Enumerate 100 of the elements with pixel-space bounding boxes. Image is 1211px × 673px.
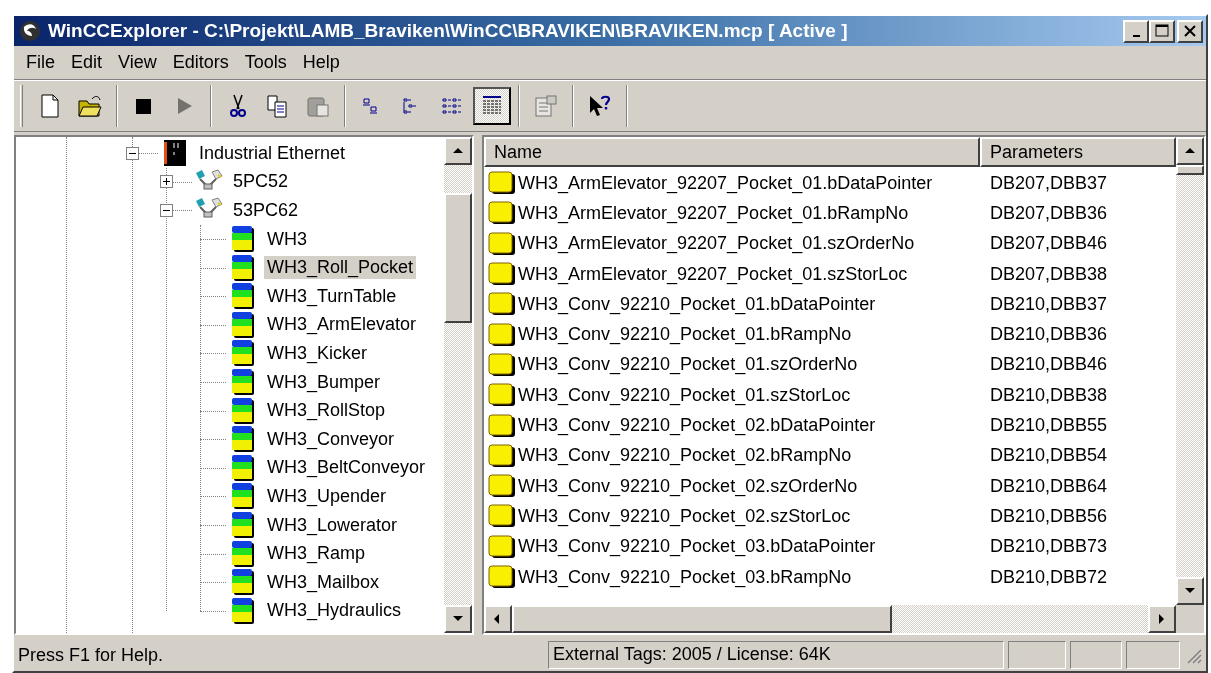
collapse-icon[interactable] — [160, 204, 173, 217]
app-logo-icon — [18, 19, 42, 43]
menu-item[interactable]: Edit — [63, 52, 111, 73]
expand-icon[interactable] — [160, 175, 173, 189]
scroll-right-button[interactable] — [1148, 605, 1176, 633]
folder-icon — [77, 93, 103, 119]
table-cell-text: WH3_ArmElevator_92207_Pocket_01.bRampNo — [518, 202, 910, 224]
table-cell-text: WH3_Conv_92210_Pocket_02.bRampNo — [518, 445, 853, 467]
vertical-scrollbar[interactable] — [1176, 137, 1204, 605]
table-cell-text: WH3_Conv_92210_Pocket_01.bRampNo — [518, 324, 853, 346]
table-cell-text: DB210,DBB46 — [990, 354, 1109, 376]
tree-item[interactable]: WH3_Bumper — [264, 370, 384, 394]
tree-item[interactable]: WH3_RollStop — [264, 399, 389, 423]
tag-icon — [488, 383, 516, 408]
menu-item[interactable]: Tools — [236, 52, 295, 73]
status-panel — [1008, 641, 1066, 669]
table-cell-text: DB210,DBB54 — [990, 445, 1109, 467]
tag-icon — [488, 474, 516, 499]
status-text: Press F1 for Help. — [17, 644, 165, 666]
tree-item[interactable]: 5PC52 — [230, 170, 292, 194]
tree-item[interactable]: WH3_TurnTable — [264, 284, 400, 308]
tag-icon — [488, 171, 516, 196]
table-cell-text: WH3_ArmElevator_92207_Pocket_01.bDataPointer — [518, 172, 934, 194]
tag-icon — [488, 201, 516, 226]
table-cell-text: WH3_Conv_92210_Pocket_02.bDataPointer — [518, 415, 877, 436]
tree-item[interactable]: WH3_Roll_Pocket — [264, 256, 417, 280]
scroll-left-button[interactable] — [484, 605, 512, 633]
tag-icon — [488, 322, 516, 347]
tag-icon — [488, 443, 516, 468]
horizontal-scrollbar[interactable] — [484, 605, 1204, 633]
status-panel — [1126, 641, 1180, 669]
tree-item[interactable]: WH3_ArmElevator — [264, 313, 420, 337]
vertical-scrollbar[interactable] — [444, 137, 472, 633]
properties-icon — [533, 93, 559, 119]
menu-item[interactable]: Help — [294, 52, 348, 73]
scroll-thumb[interactable] — [444, 193, 472, 323]
tag-icon — [488, 565, 516, 589]
scroll-up-button[interactable] — [1176, 137, 1204, 165]
tag-icon — [488, 292, 516, 317]
scroll-thumb[interactable] — [512, 605, 892, 633]
tree-item[interactable]: WH3_BeltConveyor — [264, 456, 429, 480]
table-cell-text: DB207,DBB36 — [990, 202, 1109, 224]
minimize-button[interactable] — [1123, 19, 1149, 43]
tree-item[interactable]: WH3_Kicker — [264, 341, 371, 365]
table-cell-text: WH3_Conv_92210_Pocket_01.szOrderNo — [518, 354, 859, 376]
scroll-down-button[interactable] — [444, 605, 472, 633]
table-cell-text: DB207,DBB38 — [990, 263, 1109, 285]
scroll-down-button[interactable] — [1176, 577, 1204, 605]
table-cell-text: DB210,DBB36 — [990, 324, 1109, 346]
table-cell-text: DB210,DBB38 — [990, 384, 1109, 406]
maximize-button[interactable] — [1149, 19, 1175, 43]
tree-item[interactable]: Industrial Ethernet — [196, 141, 349, 165]
tag-icon — [488, 352, 516, 377]
table-cell-text: WH3_Conv_92210_Pocket_03.bDataPointer — [518, 536, 877, 558]
tree-item[interactable]: WH3_Mailbox — [264, 570, 383, 594]
table-cell-text: DB210,DBB64 — [990, 475, 1109, 497]
scroll-up-button[interactable] — [444, 137, 472, 165]
window-title: WinCCExplorer - C:\Projekt\LAMB_Braviken\WinCC\BRAVIKEN\BRAVIKEN.mcp [ Active ] — [48, 20, 849, 42]
tree-item[interactable]: WH3_Ramp — [264, 542, 369, 566]
tree-item[interactable]: WH3_Hydraulics — [264, 599, 405, 623]
tag-icon — [488, 534, 516, 559]
close-icon — [1184, 25, 1196, 37]
scroll-thumb[interactable] — [1176, 165, 1204, 175]
toolbar-button[interactable] — [473, 87, 511, 125]
table-cell-text: DB210,DBB56 — [990, 505, 1109, 527]
table-cell-text: DB207,DBB37 — [990, 172, 1109, 194]
table-cell-text: DB210,DBB55 — [990, 415, 1109, 436]
tag-icon — [488, 262, 516, 287]
tree-item[interactable]: WH3_Upender — [264, 484, 390, 508]
column-header[interactable]: Parameters — [980, 137, 1176, 167]
close-button[interactable] — [1177, 19, 1203, 43]
tag-icon — [488, 504, 516, 529]
maximize-icon — [1155, 24, 1169, 38]
table-cell-text: WH3_Conv_92210_Pocket_01.szStorLoc — [518, 384, 852, 406]
tree-item[interactable]: 53PC62 — [230, 199, 302, 222]
tree-item[interactable]: WH3_Lowerator — [264, 513, 401, 537]
scrollbar-corner — [1176, 605, 1204, 633]
column-header[interactable]: Name — [484, 137, 980, 167]
table-cell-text: WH3_Conv_92210_Pocket_03.bRampNo — [518, 566, 853, 588]
help-pointer-icon — [587, 93, 613, 119]
status-panel — [1070, 641, 1122, 669]
table-cell-text: WH3_Conv_92210_Pocket_02.szStorLoc — [518, 505, 852, 527]
table-cell-text: DB210,DBB72 — [990, 566, 1109, 588]
menu-item[interactable]: File — [18, 52, 63, 73]
table-cell-text: DB207,DBB46 — [990, 233, 1109, 255]
table-cell-text: WH3_ArmElevator_92207_Pocket_01.szStorLoc — [518, 263, 909, 285]
table-cell-text: WH3_ArmElevator_92207_Pocket_01.szOrderNo — [518, 233, 916, 255]
table-cell-text: WH3_Conv_92210_Pocket_01.bDataPointer — [518, 293, 877, 315]
status-panel: External Tags: 2005 / License: 64K — [548, 641, 1004, 669]
tree-item[interactable]: WH3 — [264, 227, 310, 251]
table-cell-text: DB210,DBB73 — [990, 536, 1109, 558]
tree-item[interactable]: WH3_Conveyor — [264, 427, 398, 451]
table-cell-text: WH3_Conv_92210_Pocket_02.szOrderNo — [518, 475, 859, 497]
tag-icon — [488, 231, 516, 256]
table-cell-text: DB210,DBB37 — [990, 293, 1109, 315]
minimize-icon — [1132, 35, 1140, 37]
collapse-icon[interactable] — [126, 146, 139, 160]
menu-item[interactable]: Editors — [164, 52, 237, 73]
tag-icon — [488, 413, 516, 438]
menu-item[interactable]: View — [110, 52, 165, 73]
